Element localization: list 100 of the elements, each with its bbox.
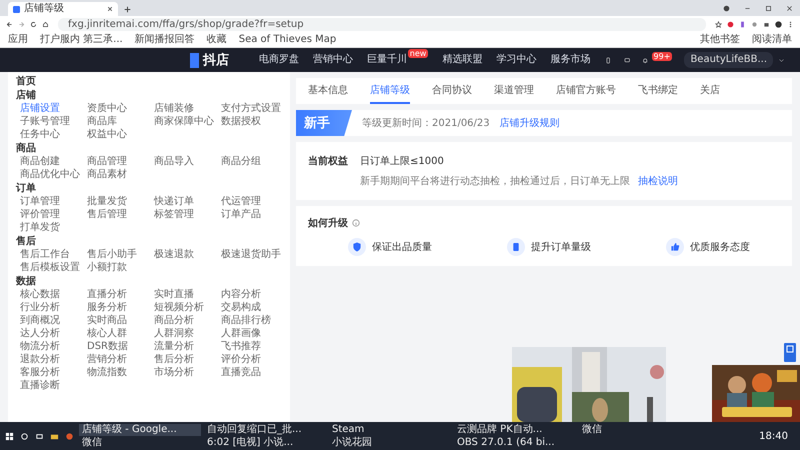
sidebar-item[interactable]: 商品优化中心: [20, 169, 81, 181]
browser-tab[interactable]: 店铺等级: [8, 2, 118, 16]
sidebar-item[interactable]: 核心数据: [20, 289, 81, 301]
close-icon[interactable]: [786, 5, 793, 12]
sidebar-item[interactable]: 资质中心: [87, 103, 148, 115]
taskbar-app[interactable]: 云测品牌 PK自动...: [454, 424, 576, 436]
profile-icon[interactable]: [723, 5, 730, 12]
taskbar-app[interactable]: 店铺等级 - Google...: [79, 424, 201, 436]
taskbar-app[interactable]: 微信: [579, 424, 701, 436]
sidebar-item[interactable]: 物流指数: [87, 367, 148, 379]
new-tab-icon[interactable]: [124, 6, 131, 13]
taskbar-app[interactable]: 6:02 [电视] 小说...: [204, 436, 326, 448]
puzzle-icon[interactable]: [763, 20, 770, 28]
sidebar-item[interactable]: 物流分析: [20, 341, 81, 353]
sidebar-item[interactable]: 流量分析: [154, 341, 215, 353]
sidebar-item[interactable]: 服务分析: [87, 302, 148, 314]
avatar-icon[interactable]: [775, 20, 782, 28]
bookmark[interactable]: 阅读清单: [752, 34, 792, 46]
sidebar-item[interactable]: 商品导入: [154, 156, 215, 168]
home-icon[interactable]: [42, 20, 49, 28]
sidebar-item[interactable]: 售后模板设置: [20, 262, 81, 274]
nav-link[interactable]: 电商罗盘: [258, 54, 299, 66]
sidebar-item[interactable]: 内容分析: [221, 289, 282, 301]
app-icon[interactable]: [784, 343, 796, 362]
caret-icon[interactable]: [779, 58, 784, 62]
tab[interactable]: 飞书绑定: [638, 78, 678, 104]
nav-link[interactable]: 巨量千川: [366, 54, 407, 66]
nav-link[interactable]: 学习中心: [496, 54, 536, 66]
sidebar-item[interactable]: 商品分析: [154, 315, 215, 327]
sidebar-item[interactable]: 实时商品: [87, 315, 148, 327]
sidebar-item[interactable]: 标签管理: [154, 209, 215, 221]
tab[interactable]: 店铺官方账号: [556, 78, 616, 104]
taskbar-app[interactable]: 微信: [79, 436, 201, 448]
sidebar-item[interactable]: 直播诊断: [20, 380, 81, 392]
sidebar-item[interactable]: 评价管理: [20, 209, 81, 221]
close-icon[interactable]: [107, 6, 113, 12]
sidebar-item[interactable]: 极速退货助手: [221, 249, 282, 261]
sidebar-item[interactable]: 商家保障中心: [154, 116, 215, 128]
sidebar-item[interactable]: 退款分析: [20, 354, 81, 366]
info-icon[interactable]: [352, 219, 360, 227]
taskbar-app[interactable]: OBS 27.0.1 (64 bi...: [454, 436, 576, 448]
sidebar-item[interactable]: 核心人群: [87, 328, 148, 340]
bookmark[interactable]: Sea of Thieves Map: [238, 34, 336, 46]
sidebar-item[interactable]: 实时直播: [154, 289, 215, 301]
phone-icon[interactable]: [605, 56, 612, 64]
bookmark[interactable]: 收藏: [206, 34, 227, 46]
taskbar-app[interactable]: Steam: [329, 424, 451, 436]
sidebar-section-title[interactable]: 订单: [16, 183, 282, 195]
sidebar-item[interactable]: 店铺装修: [154, 103, 215, 115]
sidebar-item[interactable]: 商品分组: [221, 156, 282, 168]
sidebar-item[interactable]: 客服分析: [20, 367, 81, 379]
sidebar-item[interactable]: 商品创建: [20, 156, 81, 168]
task-view-icon[interactable]: [35, 432, 44, 440]
sidebar-item[interactable]: 订单产品: [221, 209, 282, 221]
tab[interactable]: 店铺等级: [370, 78, 410, 104]
user-menu[interactable]: BeautyLifeBB...: [684, 52, 774, 68]
address-bar[interactable]: fxg.jinritemai.com/ffa/grs/shop/grade?fr=setup: [58, 18, 706, 30]
folder-icon[interactable]: [50, 432, 59, 440]
sidebar-section-title[interactable]: 店铺: [16, 90, 282, 102]
sidebar-item[interactable]: 营销分析: [87, 354, 148, 366]
star-icon[interactable]: [715, 20, 722, 28]
sidebar-item[interactable]: 商品库: [87, 116, 148, 128]
sidebar-item[interactable]: 权益中心: [87, 129, 148, 141]
sidebar-item[interactable]: 售后工作台: [20, 249, 81, 261]
bookmark[interactable]: 应用: [8, 34, 28, 46]
app-icon[interactable]: [65, 432, 74, 440]
sidebar-item[interactable]: 子账号管理: [20, 116, 81, 128]
sidebar-item[interactable]: 直播分析: [87, 289, 148, 301]
taskbar-app[interactable]: 自动回复缩口已_批...: [204, 424, 326, 436]
sidebar-item[interactable]: 数据授权: [221, 116, 282, 128]
sidebar-item[interactable]: 行业分析: [20, 302, 81, 314]
sidebar-item[interactable]: 商品素材: [87, 169, 148, 181]
sidebar-item[interactable]: 交易构成: [221, 302, 282, 314]
sidebar-item[interactable]: 人群画像: [221, 328, 282, 340]
tab[interactable]: 关店: [700, 78, 720, 104]
sidebar-section-title[interactable]: 售后: [16, 236, 282, 248]
sidebar-item[interactable]: 打单发货: [20, 222, 81, 234]
sidebar-item[interactable]: 批量发货: [87, 196, 148, 208]
tab[interactable]: 合同协议: [432, 78, 472, 104]
sidebar-item[interactable]: 首页: [16, 76, 282, 88]
sidebar-item[interactable]: 售后管理: [87, 209, 148, 221]
sidebar-item[interactable]: 评价分析: [221, 354, 282, 366]
tab[interactable]: 基本信息: [308, 78, 348, 104]
sidebar-item[interactable]: 商品排行榜: [221, 315, 282, 327]
sidebar-section-title[interactable]: 数据: [16, 276, 282, 288]
sidebar-item[interactable]: 到商概况: [20, 315, 81, 327]
sidebar-item[interactable]: 支付方式设置: [221, 103, 282, 115]
more-icon[interactable]: [787, 20, 794, 28]
tab[interactable]: 渠道管理: [494, 78, 534, 104]
reload-icon[interactable]: [30, 20, 37, 28]
sidebar-item[interactable]: 市场分析: [154, 367, 215, 379]
chat-icon[interactable]: [624, 56, 630, 64]
sidebar-item[interactable]: DSR数据: [87, 341, 148, 353]
sidebar-item[interactable]: 代运管理: [221, 196, 282, 208]
sidebar-item[interactable]: 商品管理: [87, 156, 148, 168]
sidebar-section-title[interactable]: 商品: [16, 143, 282, 155]
sidebar-item[interactable]: 小额打款: [87, 262, 148, 274]
windows-icon[interactable]: [5, 432, 14, 440]
back-icon[interactable]: [6, 20, 13, 28]
nav-link[interactable]: 精选联盟: [442, 54, 482, 66]
